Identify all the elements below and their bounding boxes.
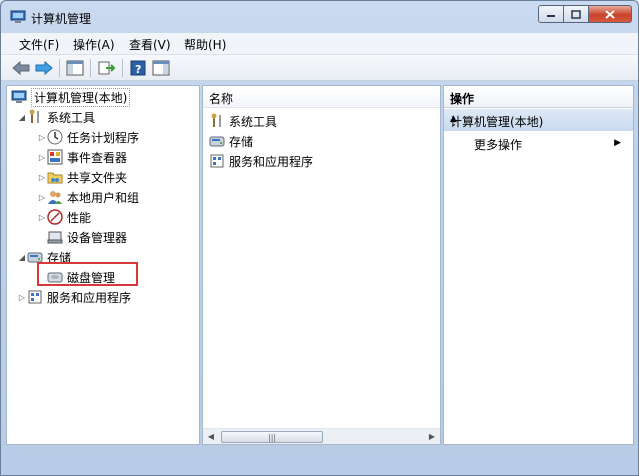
shared-folders-icon xyxy=(47,169,63,185)
window-title: 计算机管理 xyxy=(31,12,92,26)
tree-item-event-viewer[interactable]: ▷ 事件查看器 xyxy=(37,148,127,166)
show-hide-action-pane-button[interactable] xyxy=(151,58,171,78)
close-icon xyxy=(605,9,615,19)
scroll-right-icon[interactable]: ▶ xyxy=(426,431,438,443)
column-header-label: 名称 xyxy=(209,92,234,106)
actions-header-label: 操作 xyxy=(450,92,475,106)
expanded-arrow-icon[interactable]: ◢ xyxy=(17,113,27,122)
details-pane[interactable]: 名称 系统工具 存储 服务和应用程序 ◀ ||| ▶ xyxy=(202,85,441,445)
services-icon xyxy=(27,289,43,305)
grip-icon: ||| xyxy=(268,433,277,442)
toolbar-separator xyxy=(59,59,60,77)
collapsed-arrow-icon[interactable]: ▷ xyxy=(37,193,47,202)
tree-item-system-tools[interactable]: ◢ 系统工具 xyxy=(17,108,95,126)
back-icon xyxy=(12,61,30,75)
minimize-button[interactable] xyxy=(538,5,564,23)
actions-pane: 操作 计算机管理(本地) ▲ 更多操作 ▶ xyxy=(443,85,634,445)
performance-icon xyxy=(47,209,63,225)
window-controls xyxy=(538,5,632,25)
more-actions-item[interactable]: 更多操作 xyxy=(474,136,522,153)
event-viewer-icon xyxy=(47,149,63,165)
menu-help[interactable]: 帮助(H) xyxy=(184,36,226,53)
tree-label: 事件查看器 xyxy=(67,150,128,165)
menu-action[interactable]: 操作(A) xyxy=(73,36,115,53)
scrollbar-thumb[interactable]: ||| xyxy=(221,431,323,443)
menu-bar: 文件(F) 操作(A) 查看(V) 帮助(H) xyxy=(1,33,638,55)
computer-management-icon xyxy=(10,10,26,23)
tree-label: 系统工具 xyxy=(47,110,96,125)
forward-icon xyxy=(35,61,53,75)
storage-icon xyxy=(209,133,225,149)
forward-button[interactable] xyxy=(34,58,54,78)
list-item[interactable]: 存储 xyxy=(209,132,253,150)
list-item-label: 存储 xyxy=(229,134,254,149)
console-tree-pane[interactable]: 计算机管理(本地) ◢ 系统工具 ▷ 任务计划程序 ▷ 事件查看器 ▷ 共享文件… xyxy=(6,85,200,445)
expanded-arrow-icon[interactable]: ◢ xyxy=(17,253,27,262)
computer-management-icon xyxy=(11,89,27,105)
device-manager-icon xyxy=(47,229,63,245)
tree-item-task-scheduler[interactable]: ▷ 任务计划程序 xyxy=(37,128,139,146)
tree-item-shared-folders[interactable]: ▷ 共享文件夹 xyxy=(37,168,127,186)
system-tools-icon xyxy=(209,113,225,129)
tree-item-services-applications[interactable]: ▷ 服务和应用程序 xyxy=(17,288,131,306)
back-button[interactable] xyxy=(11,58,31,78)
list-item[interactable]: 服务和应用程序 xyxy=(209,152,313,170)
tree-label: 服务和应用程序 xyxy=(47,290,132,305)
actions-header: 操作 xyxy=(444,86,633,108)
services-icon xyxy=(209,153,225,169)
tree-label: 设备管理器 xyxy=(67,230,128,245)
users-icon xyxy=(47,189,63,205)
list-item[interactable]: 系统工具 xyxy=(209,112,277,130)
export-list-button[interactable] xyxy=(97,58,117,78)
close-button[interactable] xyxy=(588,5,632,23)
svg-text:?: ? xyxy=(135,63,141,76)
list-item-label: 服务和应用程序 xyxy=(229,154,314,169)
show-hide-console-tree-icon xyxy=(66,60,84,76)
collapsed-arrow-icon[interactable]: ▷ xyxy=(37,153,47,162)
help-icon: ? xyxy=(130,60,146,76)
minimize-icon xyxy=(547,15,555,17)
maximize-icon xyxy=(571,9,581,19)
show-hide-action-pane-icon xyxy=(152,60,170,76)
tree-label: 性能 xyxy=(67,210,92,225)
tree-item-performance[interactable]: ▷ 性能 xyxy=(37,208,91,226)
tree-item-computer-management[interactable]: 计算机管理(本地) xyxy=(11,87,131,107)
highlight-box xyxy=(37,262,138,286)
collapse-up-icon[interactable]: ▲ xyxy=(450,114,625,124)
toolbar: ? xyxy=(1,55,638,81)
watermark-logo xyxy=(508,443,628,471)
computer-management-window: 计算机管理 文件(F) 操作(A) 查看(V) 帮助(H) ? 计算机管理(本地… xyxy=(0,0,639,476)
menu-file[interactable]: 文件(F) xyxy=(19,36,59,53)
toolbar-separator xyxy=(90,59,91,77)
horizontal-scrollbar[interactable]: ◀ ||| ▶ xyxy=(203,428,440,444)
tree-label: 任务计划程序 xyxy=(67,130,140,145)
maximize-button[interactable] xyxy=(564,5,588,23)
tree-item-device-manager[interactable]: 设备管理器 xyxy=(47,228,127,246)
collapsed-arrow-icon[interactable]: ▷ xyxy=(37,173,47,182)
title-bar[interactable]: 计算机管理 xyxy=(1,1,638,33)
clock-icon xyxy=(47,129,63,145)
toolbar-separator xyxy=(122,59,123,77)
list-item-label: 系统工具 xyxy=(229,114,278,129)
column-header-name[interactable]: 名称 xyxy=(203,86,440,108)
system-tools-icon xyxy=(27,109,43,125)
show-hide-console-tree-button[interactable] xyxy=(65,58,85,78)
help-button[interactable]: ? xyxy=(128,58,148,78)
tree-label: 共享文件夹 xyxy=(67,170,128,185)
collapsed-arrow-icon[interactable]: ▷ xyxy=(37,213,47,222)
collapsed-arrow-icon[interactable]: ▷ xyxy=(37,133,47,142)
tree-item-local-users-groups[interactable]: ▷ 本地用户和组 xyxy=(37,188,139,206)
actions-section-header[interactable]: 计算机管理(本地) ▲ xyxy=(444,109,633,131)
tree-label: 本地用户和组 xyxy=(67,190,140,205)
menu-view[interactable]: 查看(V) xyxy=(129,36,171,53)
export-list-icon xyxy=(98,61,116,75)
submenu-arrow-icon: ▶ xyxy=(614,138,621,148)
collapsed-arrow-icon[interactable]: ▷ xyxy=(17,293,27,302)
tree-label: 计算机管理(本地) xyxy=(31,87,131,107)
scroll-left-icon[interactable]: ◀ xyxy=(205,431,217,443)
